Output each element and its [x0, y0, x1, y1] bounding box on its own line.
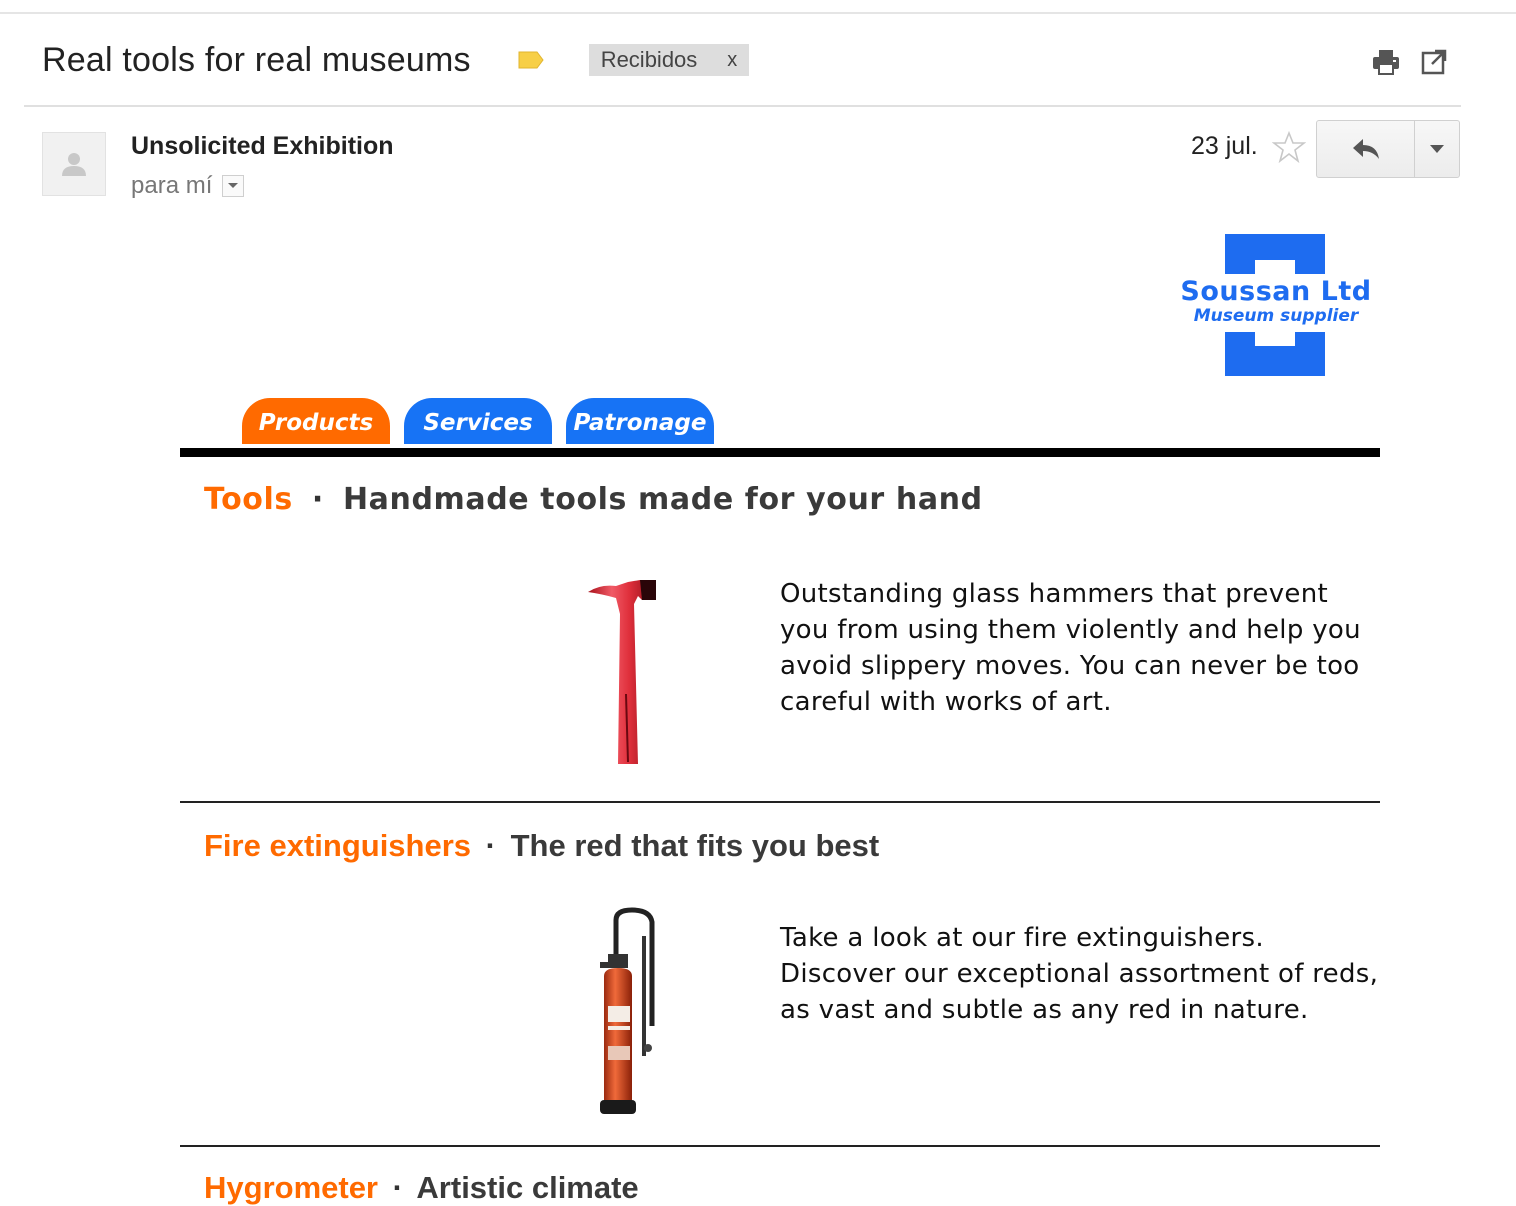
section-separator: ·: [311, 482, 324, 517]
tab-patronage[interactable]: Patronage: [566, 398, 714, 444]
fire-extinguishers-description: Take a look at our fire extinguishers. D…: [780, 923, 1379, 1025]
avatar[interactable]: [42, 132, 106, 196]
dropdown-arrow-icon[interactable]: [222, 175, 245, 197]
section-divider: [180, 1145, 1380, 1147]
avatar-placeholder-icon: [62, 153, 86, 176]
brand-name: Soussan Ltd: [1180, 276, 1372, 307]
header-divider: [24, 105, 1461, 107]
section-category[interactable]: Tools: [204, 482, 293, 517]
print-icon[interactable]: [1370, 46, 1402, 78]
section-divider: [180, 801, 1380, 803]
open-in-new-window-icon[interactable]: [1418, 46, 1450, 78]
email-date: 23 jul.: [1191, 132, 1258, 160]
recipient-line: para mí: [131, 172, 245, 200]
tab-services[interactable]: Services: [404, 398, 552, 444]
email-subject: Real tools for real museums: [42, 40, 471, 79]
section-headline: Artistic climate: [416, 1170, 639, 1205]
sender-name[interactable]: Unsolicited Exhibition: [131, 132, 394, 161]
section-category[interactable]: Hygrometer: [204, 1170, 378, 1205]
section-separator: ·: [392, 1170, 403, 1205]
brand-tagline: Museum supplier: [1193, 306, 1359, 326]
red-hammer-image[interactable]: [580, 574, 670, 770]
brand-logo[interactable]: Soussan Ltd Museum supplier: [1176, 232, 1376, 378]
logo-mark-notch-bottom: [1255, 332, 1295, 346]
tab-products[interactable]: Products: [242, 398, 390, 444]
inbox-label-text: Recibidos: [600, 47, 698, 72]
fire-extinguisher-image[interactable]: [586, 906, 676, 1124]
remove-label-button[interactable]: x: [727, 49, 737, 72]
more-options-arrow-icon: [1430, 145, 1444, 153]
logo-mark-notch-top: [1255, 260, 1295, 274]
section-heading-fire-extinguishers: Fire extinguishers · The red that fits y…: [204, 828, 879, 864]
section-separator: ·: [485, 828, 496, 863]
newsletter-nav: Products Services Patronage: [242, 398, 714, 444]
section-headline: The red that fits you best: [510, 828, 880, 863]
top-divider: [0, 12, 1516, 14]
nav-underline: [180, 448, 1380, 457]
section-category[interactable]: Fire extinguishers: [204, 828, 471, 863]
recipient-text: para mí: [131, 172, 213, 199]
section-heading-tools: Tools · Handmade tools made for your han…: [204, 482, 983, 517]
thread-actions: [1370, 46, 1450, 78]
reply-button-group: [1316, 120, 1460, 178]
reply-button[interactable]: [1317, 121, 1415, 177]
star-icon[interactable]: [1271, 130, 1307, 164]
label-tag-icon[interactable]: [517, 50, 545, 70]
inbox-label-chip[interactable]: Recibidos x: [588, 44, 750, 76]
section-headline: Handmade tools made for your hand: [342, 482, 983, 517]
more-options-button[interactable]: [1415, 121, 1459, 177]
subject-bar: Real tools for real museums Recibidos x: [42, 38, 750, 82]
reply-icon: [1352, 139, 1379, 159]
section-heading-hygrometer: Hygrometer · Artistic climate: [204, 1170, 639, 1206]
tools-description: Outstanding glass hammers that prevent y…: [780, 579, 1361, 717]
